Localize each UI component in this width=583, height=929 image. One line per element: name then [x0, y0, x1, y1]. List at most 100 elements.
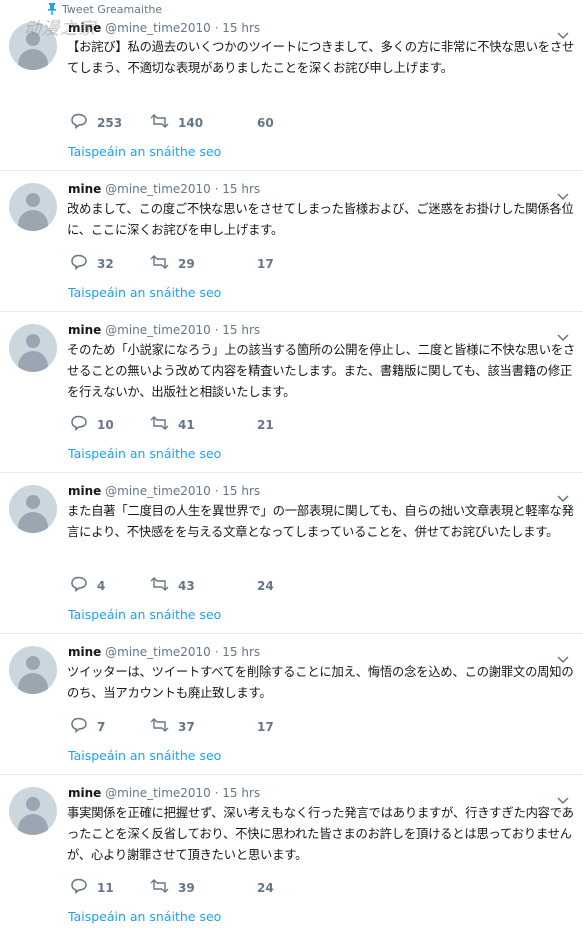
- user-handle[interactable]: @mine_time2010: [105, 182, 211, 196]
- reply-icon: [70, 254, 88, 273]
- reply-button[interactable]: 7: [70, 717, 105, 736]
- retweet-button[interactable]: 37: [150, 717, 195, 736]
- tweet-text: 【お詫び】私の過去のいくつかのツイートにつきまして、多くの方に非常に不快な思いを…: [67, 40, 575, 75]
- like-button[interactable]: 17: [232, 254, 274, 273]
- reply-count: 11: [97, 880, 114, 895]
- user-name[interactable]: mine: [68, 645, 101, 659]
- retweet-icon: [150, 415, 169, 434]
- avatar[interactable]: [9, 183, 57, 231]
- retweet-icon: [150, 576, 169, 595]
- like-count: 17: [257, 719, 274, 734]
- retweet-button[interactable]: 39: [150, 878, 195, 897]
- tweet-header: mine @mine_time2010 · 15 hrs: [68, 323, 260, 337]
- user-handle[interactable]: @mine_time2010: [105, 645, 211, 659]
- like-count: 24: [257, 578, 274, 593]
- avatar[interactable]: [9, 646, 57, 694]
- show-thread-link[interactable]: Taispeáin an snáithe seo: [68, 909, 221, 924]
- tweet-time[interactable]: 15 hrs: [222, 182, 260, 196]
- reply-icon: [70, 576, 88, 595]
- reply-icon: [70, 415, 88, 434]
- tweet-time[interactable]: 15 hrs: [222, 323, 260, 337]
- tweet-time[interactable]: 15 hrs: [222, 484, 260, 498]
- caret-down-icon[interactable]: [556, 187, 570, 201]
- tweet-header: mine @mine_time2010 · 15 hrs: [68, 786, 260, 800]
- reply-count: 4: [97, 578, 106, 593]
- separator-dot: ·: [214, 786, 219, 800]
- caret-down-icon[interactable]: [556, 26, 570, 40]
- tweet-time[interactable]: 15 hrs: [222, 786, 260, 800]
- separator-dot: ·: [214, 21, 219, 35]
- reply-count: 253: [97, 115, 123, 130]
- like-count: 17: [257, 256, 274, 271]
- avatar[interactable]: [9, 324, 57, 372]
- like-count: 60: [257, 115, 274, 130]
- like-count: 21: [257, 417, 274, 432]
- caret-down-icon[interactable]: [556, 791, 570, 805]
- user-handle[interactable]: @mine_time2010: [105, 21, 211, 35]
- retweet-count: 41: [178, 417, 195, 432]
- avatar[interactable]: [9, 485, 57, 533]
- retweet-count: 140: [178, 115, 204, 130]
- tweet-time[interactable]: 15 hrs: [222, 645, 260, 659]
- retweet-icon: [150, 254, 169, 273]
- tweet[interactable]: mine @mine_time2010 · 15 hrs そのため「小説家になろ…: [0, 312, 583, 473]
- user-handle[interactable]: @mine_time2010: [105, 323, 211, 337]
- reply-button[interactable]: 32: [70, 254, 114, 273]
- tweet-text: また自著「二度目の人生を異世界で」の一部表現に関しても、自らの拙い文章表現と軽率…: [67, 504, 574, 539]
- tweet-text: 事実関係を正確に把握せず、深い考えもなく行った発言ではありますが、行きすぎた内容…: [67, 806, 574, 862]
- retweet-button[interactable]: 140: [150, 113, 203, 132]
- like-button[interactable]: 24: [232, 576, 274, 595]
- separator-dot: ·: [214, 484, 219, 498]
- retweet-button[interactable]: 43: [150, 576, 195, 595]
- like-button[interactable]: 17: [232, 717, 274, 736]
- caret-down-icon[interactable]: [556, 328, 570, 342]
- reply-button[interactable]: 4: [70, 576, 105, 595]
- tweet-text: そのため「小説家になろう」上の該当する箇所の公開を停止し、二度と皆様に不快な思い…: [67, 343, 576, 399]
- show-thread-link[interactable]: Taispeáin an snáithe seo: [68, 285, 221, 300]
- like-count: 24: [257, 880, 274, 895]
- like-button[interactable]: 21: [232, 415, 274, 434]
- avatar[interactable]: [9, 787, 57, 835]
- separator-dot: ·: [214, 182, 219, 196]
- show-thread-link[interactable]: Taispeáin an snáithe seo: [68, 144, 221, 159]
- tweet-text: 改めまして、この度ご不快な思いをさせてしまった皆様および、ご迷惑をお掛けした関係…: [67, 202, 574, 237]
- like-button[interactable]: 24: [232, 878, 274, 897]
- tweet[interactable]: mine @mine_time2010 · 15 hrs また自著「二度目の人生…: [0, 473, 583, 634]
- show-thread-link[interactable]: Taispeáin an snáithe seo: [68, 446, 221, 461]
- reply-count: 7: [97, 719, 106, 734]
- tweet[interactable]: mine @mine_time2010 · 15 hrs 事実関係を正確に把握せ…: [0, 775, 583, 929]
- reply-button[interactable]: 11: [70, 878, 114, 897]
- reply-button[interactable]: 253: [70, 113, 122, 132]
- user-handle[interactable]: @mine_time2010: [105, 484, 211, 498]
- tweet-header: mine @mine_time2010 · 15 hrs: [68, 645, 260, 659]
- retweet-icon: [150, 113, 169, 132]
- caret-down-icon[interactable]: [556, 489, 570, 503]
- like-icon: [232, 576, 248, 595]
- user-handle[interactable]: @mine_time2010: [105, 786, 211, 800]
- like-icon: [232, 717, 248, 736]
- user-name[interactable]: mine: [68, 182, 101, 196]
- caret-down-icon[interactable]: [556, 650, 570, 664]
- separator-dot: ·: [214, 323, 219, 337]
- user-name[interactable]: mine: [68, 484, 101, 498]
- reply-button[interactable]: 10: [70, 415, 114, 434]
- tweet[interactable]: mine @mine_time2010 · 15 hrs ツイッターは、ツイート…: [0, 634, 583, 775]
- user-name[interactable]: mine: [68, 323, 101, 337]
- reply-icon: [70, 878, 88, 897]
- tweet-time[interactable]: 15 hrs: [222, 21, 260, 35]
- reply-icon: [70, 113, 88, 132]
- show-thread-link[interactable]: Taispeáin an snáithe seo: [68, 607, 221, 622]
- show-thread-link[interactable]: Taispeáin an snáithe seo: [68, 748, 221, 763]
- retweet-icon: [150, 717, 169, 736]
- tweet[interactable]: mine @mine_time2010 · 15 hrs 改めまして、この度ご不…: [0, 171, 583, 312]
- watermark: 动漫之家: [24, 19, 96, 39]
- like-button[interactable]: 60: [232, 113, 274, 132]
- user-name[interactable]: mine: [68, 786, 101, 800]
- retweet-button[interactable]: 41: [150, 415, 195, 434]
- reply-icon: [70, 717, 88, 736]
- tweet-text: ツイッターは、ツイートすべてを削除することに加え、悔悟の念を込め、この謝罪文の周…: [67, 665, 574, 700]
- retweet-count: 29: [178, 256, 195, 271]
- retweet-button[interactable]: 29: [150, 254, 195, 273]
- retweet-icon: [150, 878, 169, 897]
- tweet-header: mine @mine_time2010 · 15 hrs: [68, 182, 260, 196]
